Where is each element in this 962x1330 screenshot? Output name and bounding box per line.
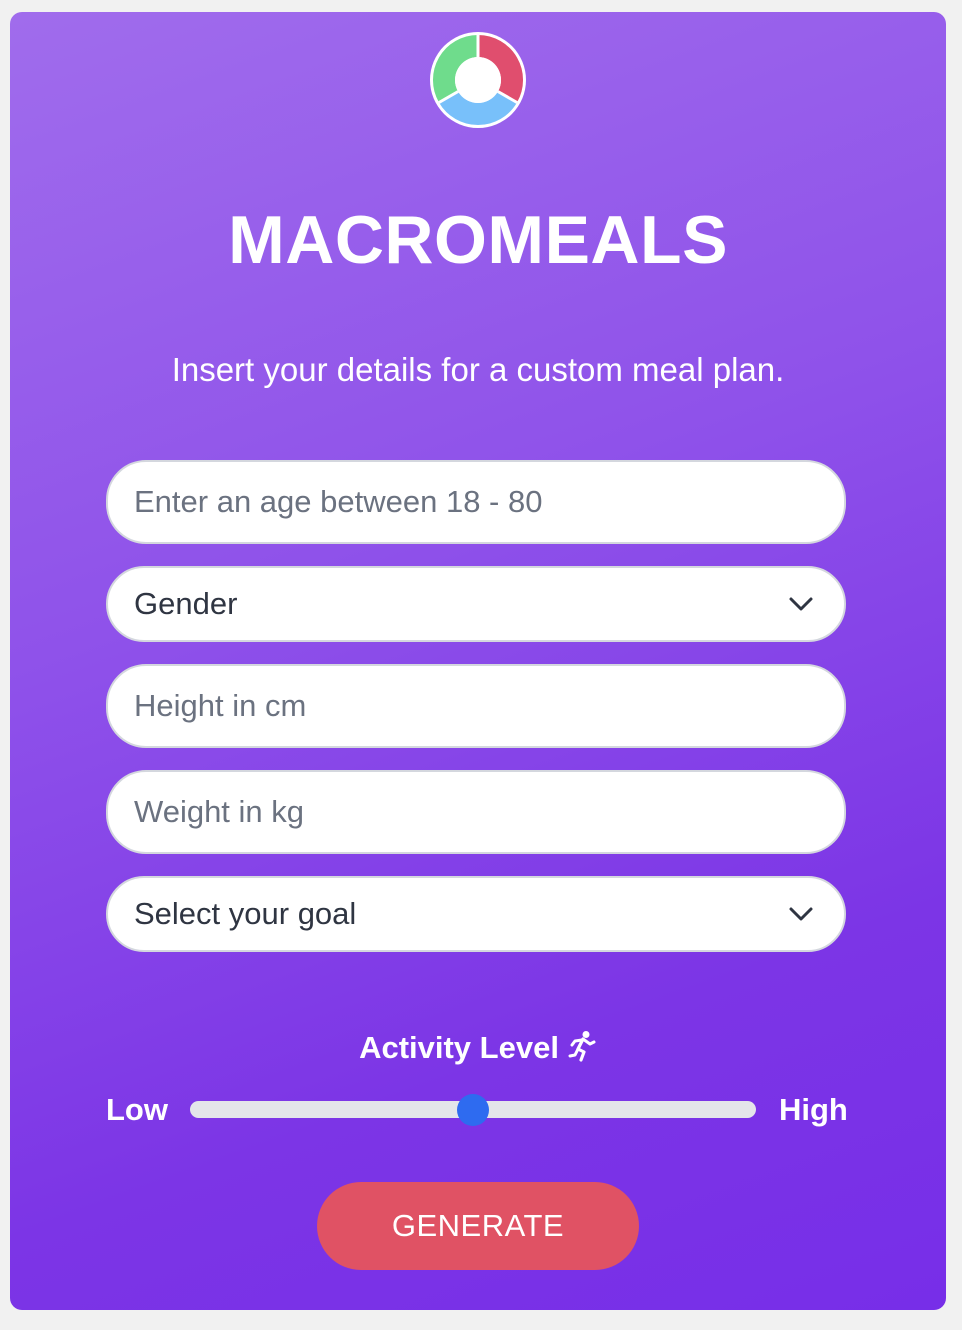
activity-slider-thumb[interactable] [457, 1094, 489, 1126]
gender-select-value: Gender [134, 586, 238, 621]
running-person-icon [568, 1031, 596, 1062]
app-card: MACROMEALS Insert your details for a cus… [10, 12, 946, 1310]
macro-donut-logo [430, 32, 526, 128]
chevron-down-icon [789, 907, 813, 921]
activity-low-label: Low [106, 1092, 168, 1127]
age-input[interactable] [106, 460, 846, 544]
gender-select[interactable]: Gender [106, 566, 846, 642]
goal-select[interactable]: Select your goal [106, 876, 846, 952]
activity-slider-track[interactable] [190, 1094, 756, 1126]
activity-level-label: Activity Level [359, 1030, 559, 1065]
activity-level-heading: Activity Level [10, 1028, 946, 1068]
height-input[interactable] [106, 664, 846, 748]
weight-input[interactable] [106, 770, 846, 854]
generate-button[interactable]: GENERATE [317, 1182, 639, 1270]
chevron-down-icon [789, 597, 813, 611]
app-subtitle: Insert your details for a custom meal pl… [171, 351, 785, 388]
goal-select-value: Select your goal [134, 896, 357, 931]
app-title: MACROMEALS [228, 202, 728, 278]
activity-high-label: High [779, 1092, 848, 1127]
